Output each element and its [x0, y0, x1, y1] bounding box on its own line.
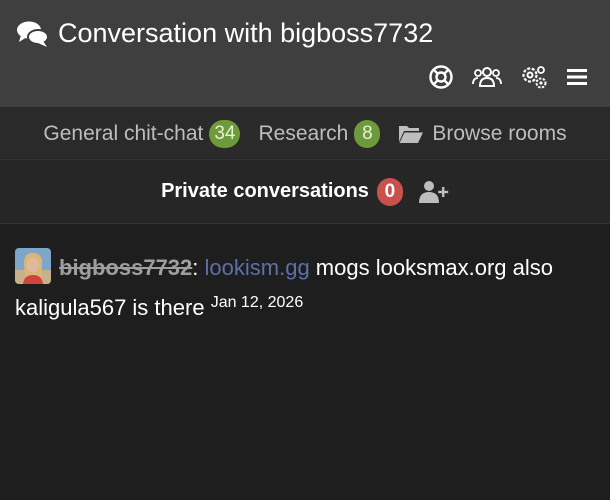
browse-rooms-link[interactable]: Browse rooms: [398, 121, 567, 146]
chat-bubbles-icon: [17, 21, 49, 47]
header-toolbar: [428, 64, 588, 90]
avatar[interactable]: [15, 248, 51, 284]
avatar-image: [15, 248, 51, 284]
tab-label: Browse rooms: [432, 121, 567, 145]
unread-count-badge: 34: [209, 119, 241, 148]
private-conversations-bar: Private conversations 0: [0, 160, 610, 224]
message-item: bigboss7732: lookism.gg mogs looksmax.or…: [15, 248, 600, 325]
add-user-icon[interactable]: [418, 180, 449, 204]
page-header: Conversation with bigboss7732: [0, 0, 610, 108]
tab-general-chit-chat[interactable]: General chit-chat 34: [43, 119, 241, 148]
page-title: Conversation with bigboss7732: [16, 18, 433, 49]
hamburger-menu-icon[interactable]: [566, 64, 588, 90]
message-list: bigboss7732: lookism.gg mogs looksmax.or…: [0, 224, 610, 500]
author-separator: :: [192, 255, 199, 280]
private-count-badge: 0: [376, 177, 403, 206]
folder-open-icon: [399, 125, 424, 143]
room-tabs: General chit-chat 34 Research 8 Browse r…: [0, 108, 610, 160]
unread-count-badge: 8: [354, 119, 381, 148]
help-lifebuoy-icon[interactable]: [428, 64, 454, 90]
message-timestamp: Jan 12, 2026: [210, 294, 304, 311]
message-link[interactable]: lookism.gg: [205, 255, 310, 280]
users-icon[interactable]: [472, 64, 502, 90]
page-title-text: Conversation with bigboss7732: [58, 18, 434, 48]
private-conversations-link[interactable]: Private conversations: [161, 180, 369, 203]
tab-research[interactable]: Research 8: [258, 119, 381, 148]
message-author-link[interactable]: bigboss7732: [59, 255, 192, 280]
tab-label: Research: [258, 121, 349, 145]
tab-label: General chit-chat: [43, 121, 204, 145]
settings-gears-icon[interactable]: [520, 64, 548, 90]
